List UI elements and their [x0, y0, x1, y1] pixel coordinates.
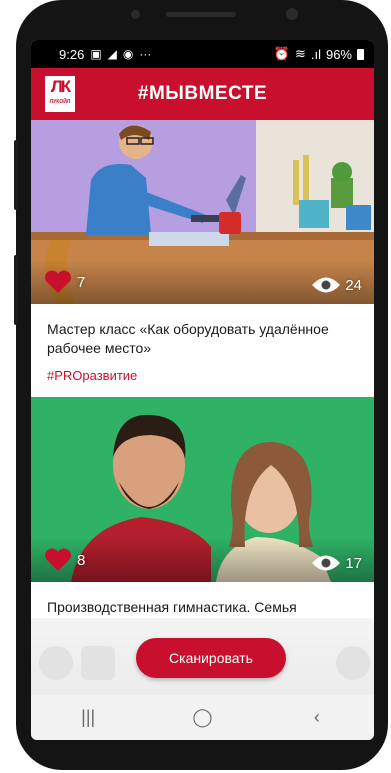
send-icon: ◢	[107, 47, 117, 61]
post-image[interactable]: 7 24	[31, 120, 374, 304]
sensor	[131, 10, 140, 19]
wifi-icon: ≋	[294, 46, 306, 61]
flame-icon	[336, 646, 370, 680]
screen: 9:26 ▣ ◢ ◉ ··· ⏰ ≋ .ıl 96% ЛК ЛУКОЙЛ #МЫ…	[31, 40, 374, 740]
scan-panel: Сканировать	[31, 618, 374, 695]
status-bar: 9:26 ▣ ◢ ◉ ··· ⏰ ≋ .ıl 96%	[31, 40, 374, 68]
post-card[interactable]: 8 17 Производственная гимнастика. Семья …	[31, 397, 374, 636]
view-counter: 24	[311, 276, 362, 294]
eye-icon	[312, 277, 341, 293]
battery-level: 96%	[325, 46, 352, 62]
like-counter[interactable]: 7	[43, 270, 85, 294]
drop-icon	[39, 646, 73, 680]
page-title: #МЫВМЕСТЕ	[137, 83, 268, 104]
view-count: 24	[345, 276, 362, 294]
post-title[interactable]: Мастер класс «Как оборудовать удалённое …	[31, 304, 374, 358]
view-count: 17	[345, 554, 362, 572]
more-icon: ···	[139, 47, 152, 61]
like-count: 8	[77, 551, 86, 569]
alarm-icon: ⏰	[273, 46, 290, 61]
status-time: 9:26	[59, 46, 85, 62]
gallery-icon: ▣	[90, 47, 102, 61]
home-button[interactable]: ◯	[172, 707, 232, 728]
front-camera	[286, 8, 298, 20]
browser-icon: ◉	[122, 47, 134, 61]
signal-icon: .ıl	[310, 46, 321, 62]
hydrant-icon	[81, 646, 115, 680]
post-hashtag[interactable]: #PROразвитие	[31, 358, 374, 397]
scan-button[interactable]: Сканировать	[136, 638, 286, 678]
battery-icon	[357, 48, 364, 60]
earpiece	[166, 12, 236, 17]
view-counter: 17	[311, 554, 362, 572]
post-card[interactable]: 7 24 Мастер класс «Как оборудовать удалё…	[31, 120, 374, 397]
system-nav-bar: ||| ◯ ‹	[31, 695, 374, 740]
volume-button	[14, 140, 18, 210]
like-count: 7	[77, 273, 86, 291]
back-button[interactable]: ‹	[287, 707, 347, 728]
heart-icon	[45, 548, 71, 571]
recent-apps-button[interactable]: |||	[58, 707, 118, 728]
bixby-button	[14, 255, 18, 325]
app-header: ЛК ЛУКОЙЛ #МЫВМЕСТЕ	[31, 68, 374, 120]
heart-icon	[45, 270, 71, 293]
eye-icon	[312, 555, 341, 571]
post-image[interactable]: 8 17	[31, 397, 374, 582]
like-counter[interactable]: 8	[43, 548, 85, 572]
